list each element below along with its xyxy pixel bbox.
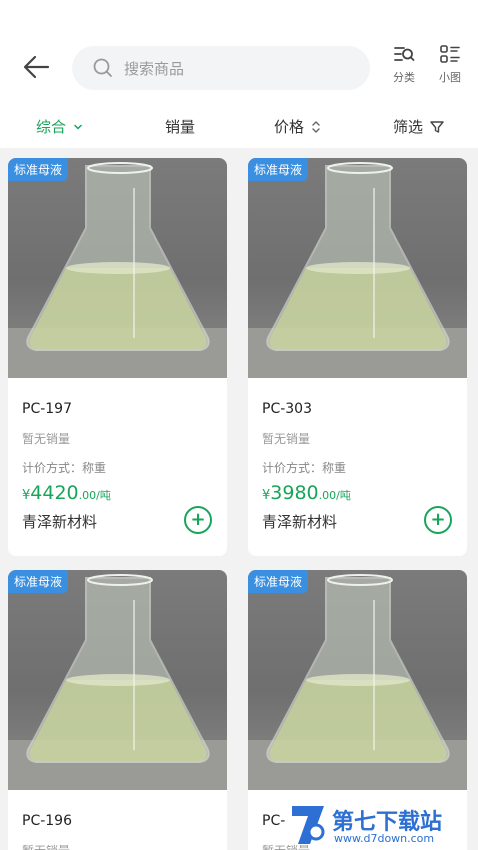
price-unit: .00/吨 [318, 489, 351, 502]
sort-price-label: 价格 [274, 118, 305, 136]
flask-image [248, 162, 467, 378]
search-icon [93, 58, 112, 77]
add-to-cart-button[interactable]: + [424, 506, 452, 534]
add-to-cart-button[interactable]: + [184, 506, 212, 534]
product-tag: 标准母液 [248, 570, 309, 593]
product-sales: 暂无销量 [22, 842, 70, 850]
watermark-logo-icon [292, 806, 325, 844]
grid-view-icon [440, 45, 460, 63]
category-label: 分类 [393, 71, 415, 84]
product-image[interactable]: 标准母液 [248, 158, 467, 378]
category-icon [394, 47, 415, 61]
product-tag: 标准母液 [8, 570, 69, 593]
sort-filter[interactable]: 筛选 [393, 116, 445, 137]
sort-updown-icon [312, 120, 320, 133]
flask-image [248, 574, 467, 790]
shop-name[interactable]: 青泽新材料 [22, 511, 97, 532]
product-image[interactable]: 标准母液 [8, 570, 227, 790]
product-sales: 暂无销量 [22, 432, 71, 446]
product-price: ¥4420.00/吨 [22, 482, 111, 504]
product-name: PC-303 [262, 401, 312, 417]
top-bar: 搜索商品 分类 小图 [0, 0, 478, 102]
flask-image [8, 162, 227, 378]
price-amount: 3980 [270, 482, 319, 504]
product-name: PC-197 [22, 401, 72, 417]
watermark: 第七下载站 www.d7down.com [286, 802, 478, 850]
sort-sales-label: 销量 [165, 118, 196, 136]
sort-filter-label: 筛选 [393, 118, 424, 136]
product-card[interactable]: 标准母液 PC-303 暂无销量 计价方式：称重 ¥3980.00/吨 青泽新材… [248, 158, 467, 556]
sort-price[interactable]: 价格 [274, 116, 322, 137]
product-tag: 标准母液 [248, 158, 309, 181]
chevron-down-icon [74, 124, 82, 130]
product-image[interactable]: 标准母液 [8, 158, 227, 378]
product-name: PC- [262, 813, 286, 829]
back-arrow-icon[interactable] [20, 50, 54, 84]
product-sales: 暂无销量 [262, 432, 311, 446]
small-image-label: 小图 [439, 71, 461, 84]
pricing-method: 计价方式：称重 [22, 461, 107, 475]
price-amount: 4420 [30, 482, 79, 504]
product-card[interactable]: 标准母液 PC-196 暂无销量 [8, 570, 227, 850]
search-placeholder: 搜索商品 [124, 60, 185, 78]
price-unit: .00/吨 [78, 489, 111, 502]
sort-sales[interactable]: 销量 [165, 116, 195, 137]
watermark-url: www.d7down.com [334, 832, 435, 845]
pricing-method: 计价方式：称重 [262, 461, 347, 475]
sort-bar: 综合 销量 价格 筛选 [0, 102, 478, 148]
small-image-button[interactable]: 小图 [430, 44, 470, 92]
shop-name[interactable]: 青泽新材料 [262, 511, 337, 532]
product-name: PC-196 [22, 813, 72, 829]
filter-icon [430, 120, 444, 133]
product-card[interactable]: 标准母液 PC-197 暂无销量 计价方式：称重 ¥4420.00/吨 青泽新材… [8, 158, 227, 556]
flask-image [8, 574, 227, 790]
sort-comprehensive[interactable]: 综合 [36, 116, 84, 137]
category-button[interactable]: 分类 [384, 44, 424, 92]
sort-comprehensive-label: 综合 [36, 118, 67, 136]
search-input[interactable]: 搜索商品 [72, 46, 370, 90]
product-image[interactable]: 标准母液 [248, 570, 467, 790]
product-price: ¥3980.00/吨 [262, 482, 351, 504]
product-tag: 标准母液 [8, 158, 69, 181]
